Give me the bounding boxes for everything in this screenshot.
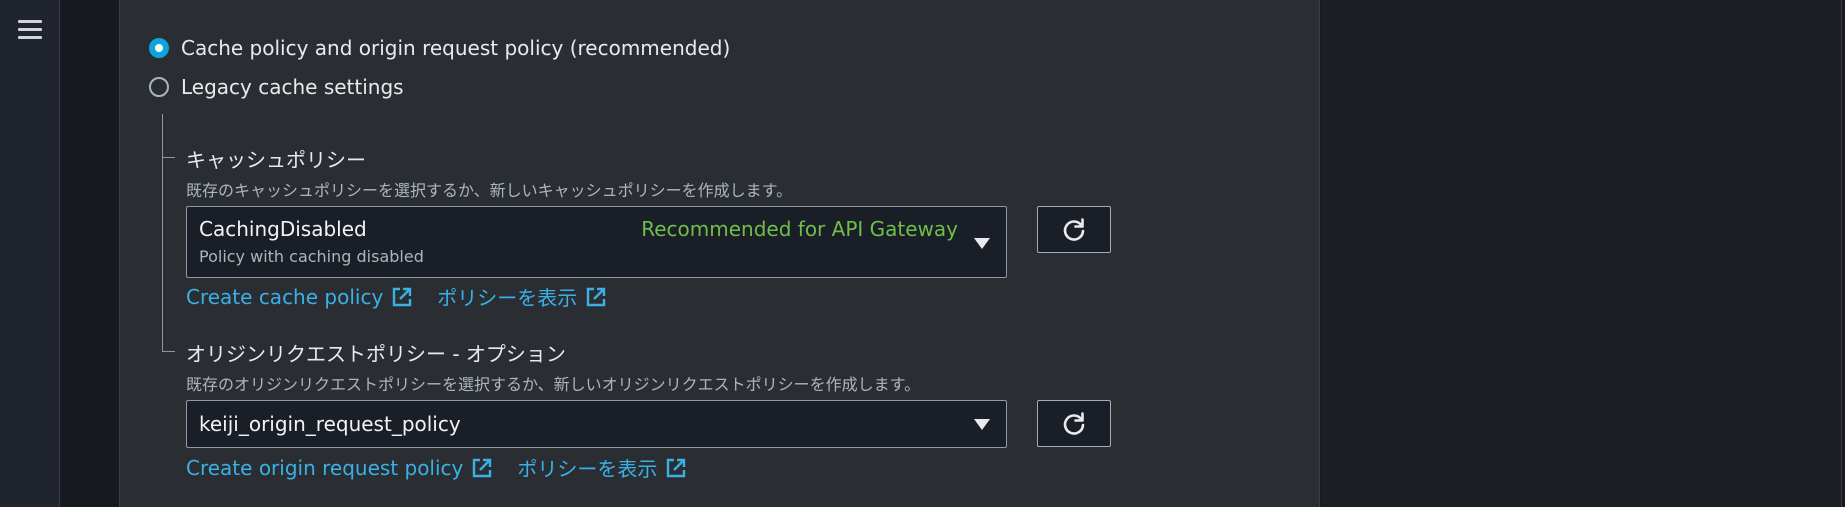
origin-request-policy-description: 既存のオリジンリクエストポリシーを選択するか、新しいオリジンリクエストポリシーを… (186, 375, 921, 394)
create-cache-policy-link[interactable]: Create cache policy (186, 285, 413, 309)
radio-option-legacy[interactable]: Legacy cache settings (149, 75, 404, 99)
cache-policy-refresh-button[interactable] (1037, 206, 1111, 253)
refresh-icon (1063, 411, 1085, 435)
cache-policy-description: 既存のキャッシュポリシーを選択するか、新しいキャッシュポリシーを作成します。 (186, 181, 793, 200)
link-label: Create origin request policy (186, 455, 464, 480)
tree-connector (162, 114, 163, 352)
caret-down-icon (974, 419, 990, 430)
tree-connector-branch (162, 157, 175, 158)
origin-request-policy-select[interactable]: keiji_origin_request_policy (186, 400, 1007, 448)
cache-policy-selected-description: Policy with caching disabled (199, 247, 424, 266)
link-label: Create cache policy (186, 284, 384, 309)
origin-request-policy-links: Create origin request policy ポリシーを表示 (186, 453, 711, 482)
right-edge (1841, 0, 1845, 507)
link-label: ポリシーを表示 (517, 457, 658, 481)
radio-selected-icon[interactable] (149, 38, 169, 58)
origin-request-policy-title: オリジンリクエストポリシー - オプション (186, 342, 566, 366)
external-link-icon (473, 458, 492, 477)
cache-policy-title: キャッシュポリシー (186, 148, 366, 172)
radio-option-cache-policy[interactable]: Cache policy and origin request policy (… (149, 36, 730, 60)
origin-request-policy-selected-value: keiji_origin_request_policy (199, 412, 461, 436)
view-cache-policy-link[interactable]: ポリシーを表示 (437, 282, 607, 311)
gutter (61, 0, 119, 507)
radio-unselected-icon[interactable] (149, 77, 169, 97)
recommended-label: Recommended for API Gateway (641, 217, 958, 241)
radio-label: Legacy cache settings (181, 75, 404, 99)
cache-policy-select[interactable]: CachingDisabled Policy with caching disa… (186, 206, 1007, 278)
view-origin-request-policy-link[interactable]: ポリシーを表示 (517, 453, 687, 482)
external-link-icon (393, 287, 412, 306)
tree-connector-branch (162, 351, 175, 352)
caret-down-icon (974, 238, 990, 249)
link-label: ポリシーを表示 (437, 286, 578, 310)
radio-label: Cache policy and origin request policy (… (181, 36, 731, 60)
cache-policy-links: Create cache policy ポリシーを表示 (186, 282, 631, 311)
origin-request-policy-refresh-button[interactable] (1037, 400, 1111, 447)
external-link-icon (667, 458, 686, 477)
hamburger-menu-icon[interactable] (18, 20, 42, 40)
create-origin-request-policy-link[interactable]: Create origin request policy (186, 456, 493, 480)
left-navigation (0, 0, 60, 507)
refresh-icon (1063, 217, 1085, 241)
right-area (1321, 0, 1841, 507)
external-link-icon (587, 287, 606, 306)
cache-policy-selected-value: CachingDisabled (199, 217, 367, 241)
